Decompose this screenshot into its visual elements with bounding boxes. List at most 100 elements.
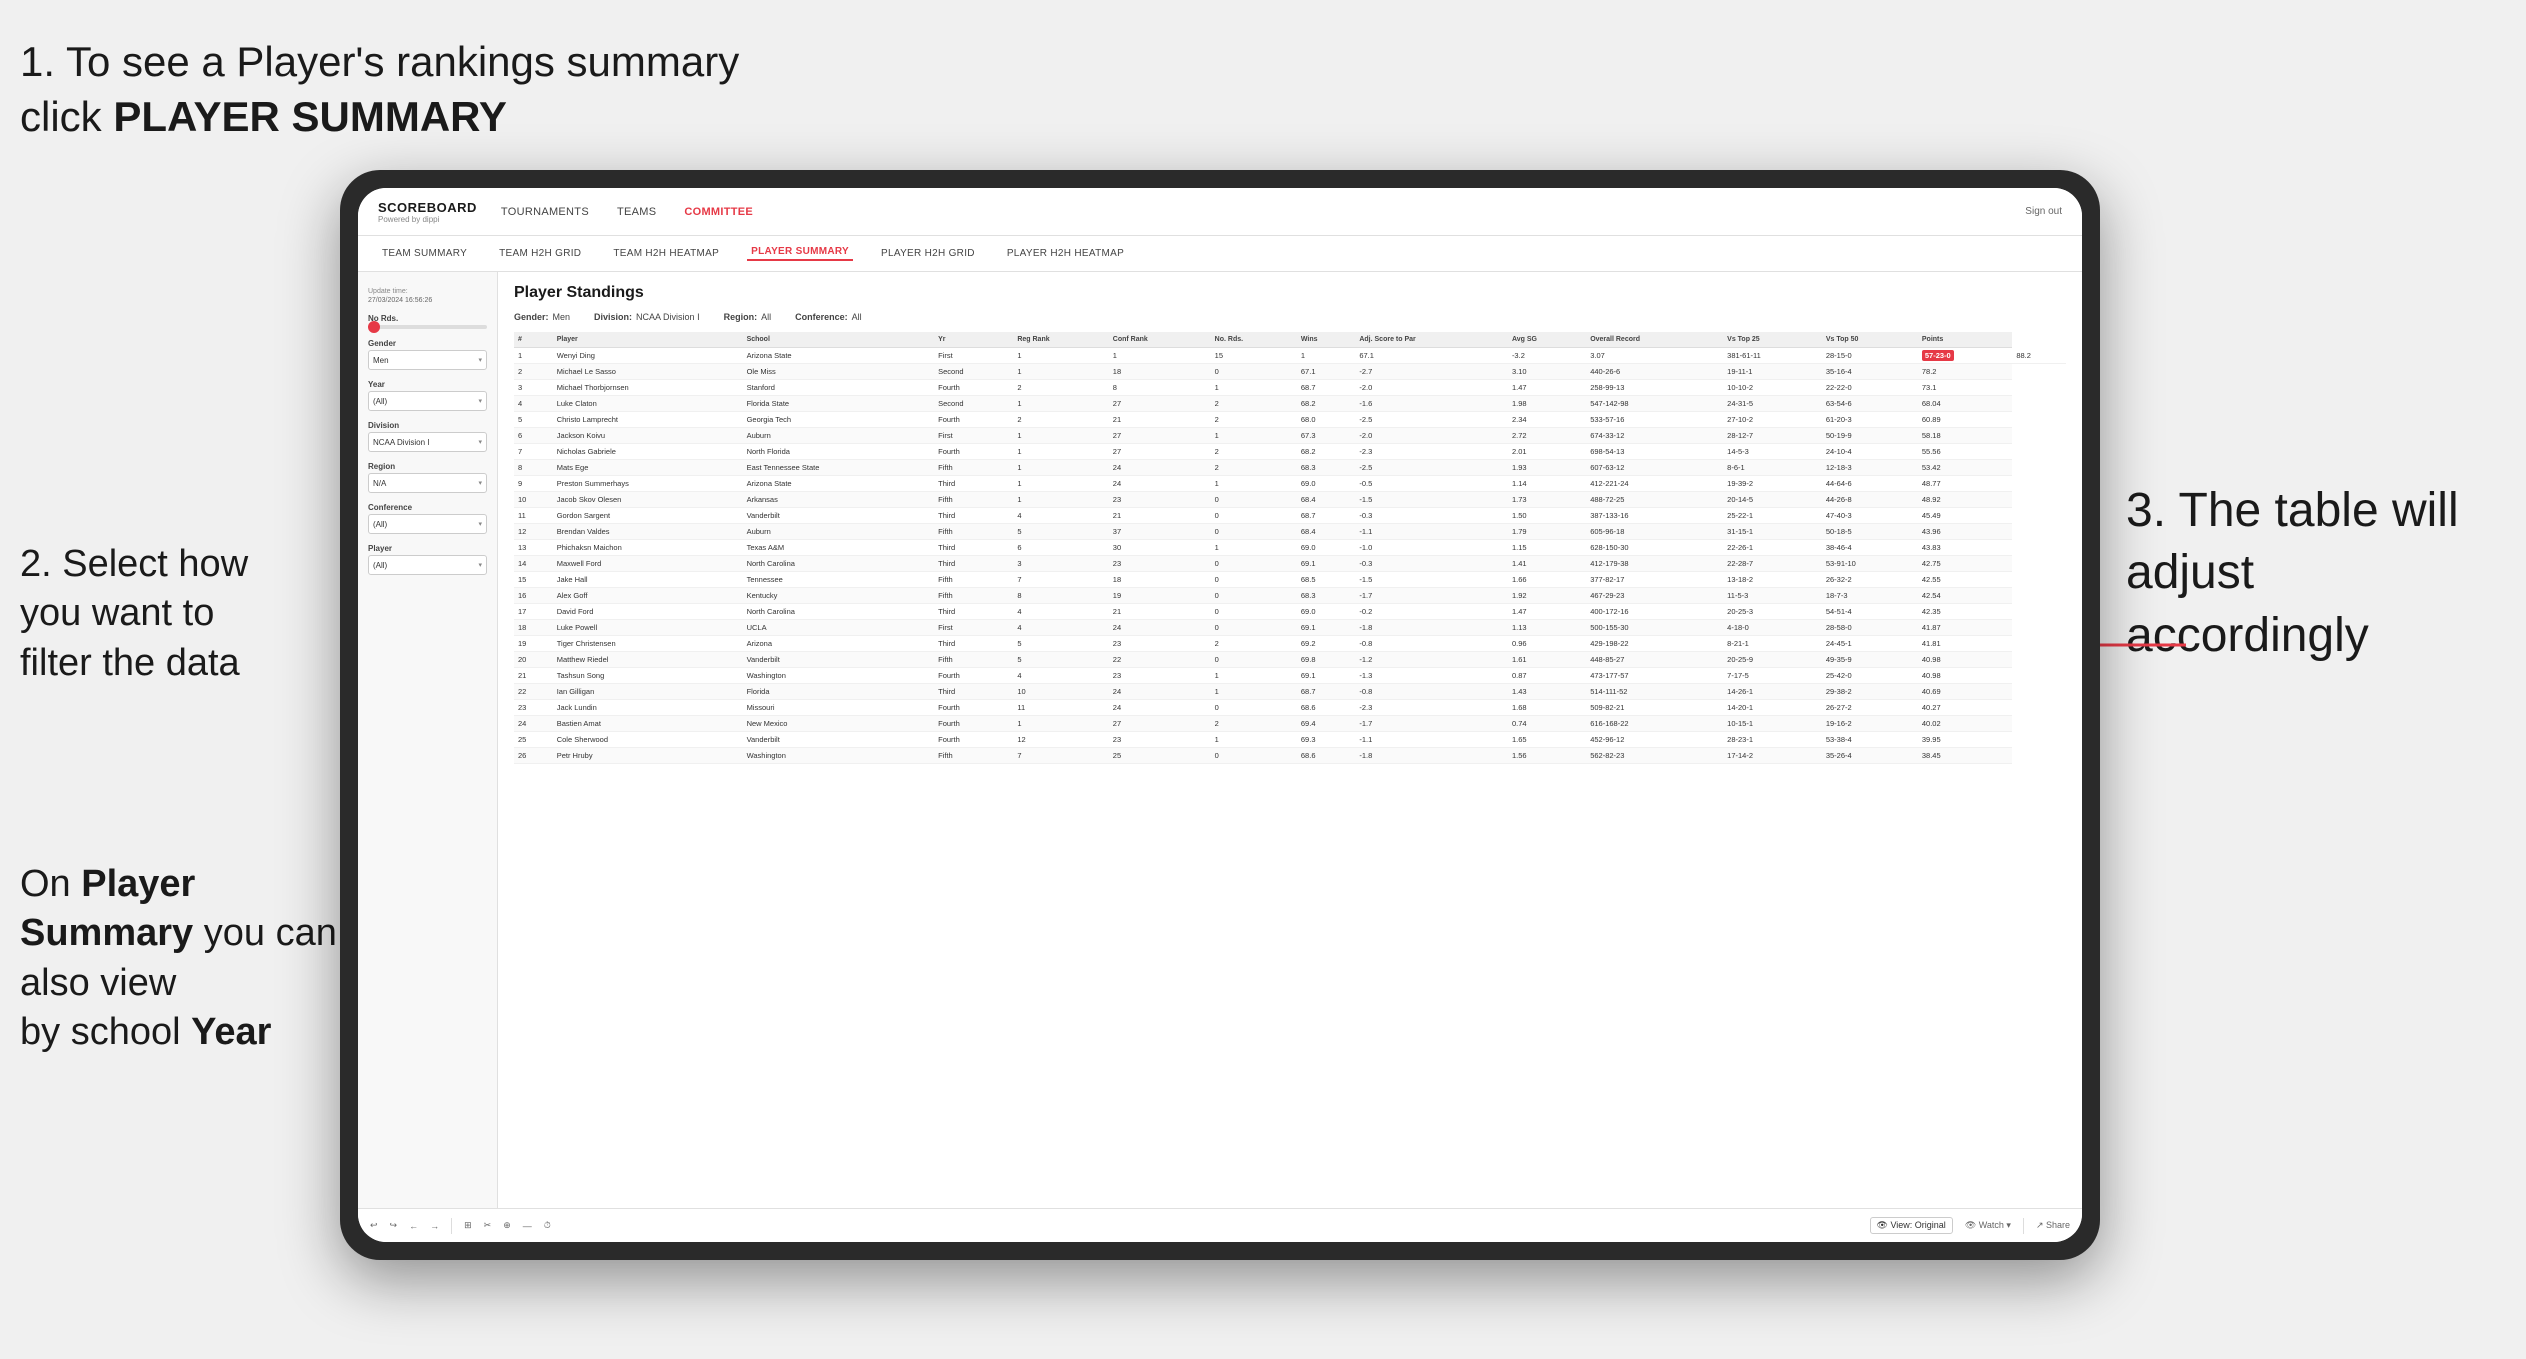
table-row: 14Maxwell FordNorth CarolinaThird323069.… [514,556,2066,572]
table-row: 12Brendan ValdesAuburnFifth537068.4-1.11… [514,524,2066,540]
view-original-btn[interactable]: 👁 View: Original [1870,1217,1953,1234]
no-rds-label: No Rds. [368,314,487,323]
division-caret: ▾ [478,438,482,446]
table-row: 19Tiger ChristensenArizonaThird523269.2-… [514,636,2066,652]
table-row: 23Jack LundinMissouriFourth1124068.6-2.3… [514,700,2066,716]
nav-item-committee[interactable]: COMMITTEE [684,206,753,218]
region-label: Region [368,462,487,471]
slider-track[interactable] [368,325,487,329]
conference-select[interactable]: (All) ▾ [368,514,487,534]
subnav-player-h2h-heatmap[interactable]: PLAYER H2H HEATMAP [1003,248,1128,259]
col-player: Player [553,332,743,348]
player-select[interactable]: (All) ▾ [368,555,487,575]
update-time: 27/03/2024 16:56:26 [368,297,487,304]
toolbar-cut[interactable]: ✂ [484,1220,492,1231]
nav-item-teams[interactable]: TEAMS [617,206,656,218]
col-wins: Wins [1297,332,1355,348]
table-row: 3Michael ThorbjornsenStanfordFourth28168… [514,380,2066,396]
subnav-player-summary[interactable]: PLAYER SUMMARY [747,246,853,261]
year-select[interactable]: (All) ▾ [368,391,487,411]
table-row: 26Petr HrubyWashingtonFifth725068.6-1.81… [514,748,2066,764]
main-content: Update time: 27/03/2024 16:56:26 No Rds.… [358,272,2082,1208]
toolbar-back[interactable]: ← [409,1221,418,1231]
table-row: 25Cole SherwoodVanderbiltFourth1223169.3… [514,732,2066,748]
annotation-1: 1. To see a Player's rankings summary cl… [20,35,780,144]
logo-area: SCOREBOARD Powered by dippi [378,200,477,224]
table-row: 7Nicholas GabrieleNorth FloridaFourth127… [514,444,2066,460]
col-conf-rank: Conf Rank [1109,332,1211,348]
sign-out-link[interactable]: Sign out [2025,206,2062,217]
col-school: School [743,332,935,348]
gender-caret: ▾ [478,356,482,364]
col-reg-rank: Reg Rank [1013,332,1108,348]
subnav-team-summary[interactable]: TEAM SUMMARY [378,248,471,259]
subnav: TEAM SUMMARY TEAM H2H GRID TEAM H2H HEAT… [358,236,2082,272]
region-caret: ▾ [478,479,482,487]
filter-gender: Gender: Men [514,312,570,322]
table-row: 15Jake HallTennesseeFifth718068.5-1.51.6… [514,572,2066,588]
toolbar-forward[interactable]: → [430,1221,439,1231]
nav-items: TOURNAMENTS TEAMS COMMITTEE [501,206,2025,218]
logo-text: SCOREBOARD [378,200,477,215]
table-row: 8Mats EgeEast Tennessee StateFifth124268… [514,460,2066,476]
toolbar-minus[interactable]: — [523,1221,532,1231]
toolbar-divider-2 [2023,1218,2024,1234]
toolbar-add[interactable]: ⊕ [503,1220,511,1231]
col-points: Points [1918,332,2012,348]
region-select[interactable]: N/A ▾ [368,473,487,493]
annotation-2: 2. Select how you want to filter the dat… [20,540,360,688]
toolbar-grid[interactable]: ⊞ [464,1220,472,1231]
tablet: SCOREBOARD Powered by dippi TOURNAMENTS … [340,170,2100,1260]
table-row: 16Alex GoffKentuckyFifth819068.3-1.71.92… [514,588,2066,604]
share-btn[interactable]: ↗ Share [2036,1220,2070,1231]
filter-row: Gender: Men Division: NCAA Division I Re… [514,312,2066,322]
nav-right: Sign out [2025,206,2062,217]
update-label: Update time: [368,288,487,295]
filter-region: Region: All [724,312,772,322]
table-row: 11Gordon SargentVanderbiltThird421068.7-… [514,508,2066,524]
table-row: 22Ian GilliganFloridaThird1024168.7-0.81… [514,684,2066,700]
player-caret: ▾ [478,561,482,569]
toolbar-timer[interactable]: ⏱ [544,1220,551,1231]
year-label: Year [368,380,487,389]
table-area: Player Standings Gender: Men Division: N… [498,272,2082,1208]
table-row: 2Michael Le SassoOle MissSecond118067.1-… [514,364,2066,380]
slider-thumb[interactable] [368,321,380,333]
watch-btn[interactable]: 👁 Watch ▾ [1965,1220,2011,1231]
tablet-screen: SCOREBOARD Powered by dippi TOURNAMENTS … [358,188,2082,1242]
gender-label: Gender [368,339,487,348]
col-rank: # [514,332,553,348]
table-row: 13Phichaksn MaichonTexas A&MThird630169.… [514,540,2066,556]
col-top25: Vs Top 25 [1723,332,1822,348]
player-label: Player [368,544,487,553]
filter-conference: Conference: All [795,312,862,322]
navbar: SCOREBOARD Powered by dippi TOURNAMENTS … [358,188,2082,236]
table-row: 10Jacob Skov OlesenArkansasFifth123068.4… [514,492,2066,508]
division-label: Division [368,421,487,430]
subnav-team-h2h-heatmap[interactable]: TEAM H2H HEATMAP [609,248,723,259]
nav-item-tournaments[interactable]: TOURNAMENTS [501,206,589,218]
subnav-team-h2h-grid[interactable]: TEAM H2H GRID [495,248,585,259]
subnav-player-h2h-grid[interactable]: PLAYER H2H GRID [877,248,979,259]
conference-label: Conference [368,503,487,512]
col-no-rds: No. Rds. [1211,332,1297,348]
table-row: 18Luke PowellUCLAFirst424069.1-1.81.1350… [514,620,2066,636]
table-row: 5Christo LamprechtGeorgia TechFourth2212… [514,412,2066,428]
col-avg-sg: Avg SG [1508,332,1586,348]
table-header-section: Player Standings [514,284,2066,302]
division-select[interactable]: NCAA Division I ▾ [368,432,487,452]
col-yr: Yr [934,332,1013,348]
table-row: 24Bastien AmatNew MexicoFourth127269.4-1… [514,716,2066,732]
toolbar-divider-1 [451,1218,452,1234]
gender-select[interactable]: Men ▾ [368,350,487,370]
table-row: 21Tashsun SongWashingtonFourth423169.1-1… [514,668,2066,684]
toolbar-undo[interactable]: ↩ [370,1220,378,1231]
table-title: Player Standings [514,284,644,302]
table-row: 4Luke ClatonFlorida StateSecond127268.2-… [514,396,2066,412]
annotation-3: 3. The table will adjust accordingly [2126,480,2506,667]
table-row: 1Wenyi DingArizona StateFirst1115167.1-3… [514,348,2066,364]
conference-caret: ▾ [478,520,482,528]
toolbar-redo[interactable]: ↪ [390,1220,398,1231]
col-top50: Vs Top 50 [1822,332,1918,348]
sidebar: Update time: 27/03/2024 16:56:26 No Rds.… [358,272,498,1208]
